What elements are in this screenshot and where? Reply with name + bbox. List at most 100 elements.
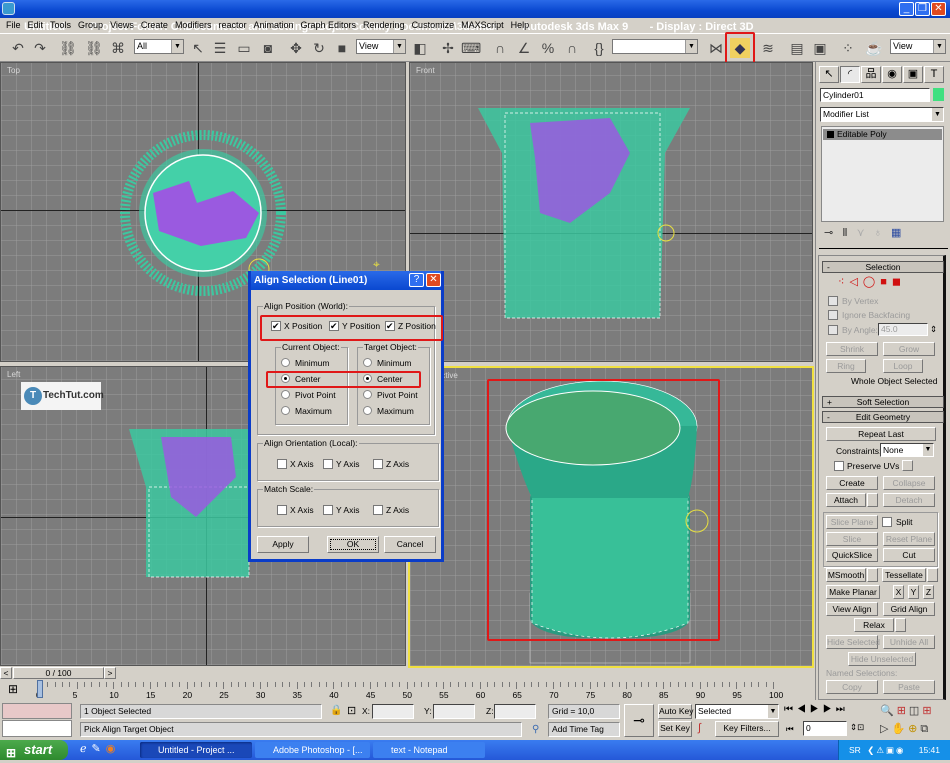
snap-toggle-icon[interactable]: ∩ <box>490 38 510 58</box>
preserve-uvs-settings-button[interactable] <box>902 460 913 471</box>
ignore-backfacing-checkbox[interactable] <box>828 310 838 320</box>
tray-arrow-icon[interactable]: ❮ <box>867 745 876 755</box>
current-pivot-point-radio[interactable] <box>281 390 290 399</box>
redo-icon[interactable]: ↷ <box>30 38 50 58</box>
orientation-z-axis-checkbox[interactable] <box>373 459 383 469</box>
render-type-dropdown[interactable]: View ▼ <box>890 39 946 54</box>
undo-icon[interactable]: ↶ <box>8 38 28 58</box>
expand-icon[interactable] <box>827 131 834 138</box>
by-vertex-checkbox[interactable] <box>828 296 838 306</box>
cancel-button[interactable]: Cancel <box>384 536 436 553</box>
element-icon[interactable]: ◼ <box>892 276 906 288</box>
relax-settings-button[interactable] <box>895 618 906 632</box>
menu-tools[interactable]: Tools <box>48 18 76 33</box>
menu-graph-editors[interactable]: Graph Editors <box>299 18 362 33</box>
polygon-icon[interactable]: ■ <box>880 276 892 288</box>
ok-button[interactable]: OK <box>327 536 379 553</box>
relax-button[interactable]: Relax <box>854 618 894 632</box>
menu-create[interactable]: Create <box>139 18 173 33</box>
current-frame-input[interactable]: 0 <box>803 721 847 736</box>
next-key-icon[interactable]: ▶ <box>823 704 836 715</box>
arc-rotate-icon[interactable]: ⊕ <box>908 723 920 735</box>
time-slider[interactable]: < 0 / 100 > <box>0 667 815 680</box>
remove-modifier-icon[interactable]: ♁ <box>874 227 891 239</box>
configure-modifier-sets-icon[interactable]: ▦ <box>891 227 910 239</box>
default-in-out-tangent-icon[interactable]: ∫ <box>698 722 701 734</box>
mini-curve-editor-icon[interactable]: ⊞ <box>8 682 18 696</box>
go-to-start-icon[interactable]: ⏮ <box>784 704 797 715</box>
unlink-icon[interactable]: ⛓ <box>84 38 104 58</box>
grid-align-button[interactable]: Grid Align <box>883 602 935 616</box>
absolute-mode-icon[interactable]: ⊡ <box>347 704 356 717</box>
quickslice-button[interactable]: QuickSlice <box>826 548 878 562</box>
reset-plane-button[interactable]: Reset Plane <box>883 532 935 546</box>
use-pivot-center-icon[interactable]: ◧ <box>410 38 430 58</box>
menu-edit[interactable]: Edit <box>26 18 49 33</box>
motion-tab-icon[interactable]: ◉ <box>882 66 902 83</box>
ring-button[interactable]: Ring <box>826 359 866 373</box>
viewport-perspective[interactable]: Perspective <box>408 366 814 668</box>
menu-animation[interactable]: Animation <box>251 18 298 33</box>
firefox-icon[interactable]: ◉ <box>106 743 121 755</box>
network-icon[interactable]: ▣ <box>886 745 896 755</box>
create-button[interactable]: Create <box>826 476 878 490</box>
constraints-dropdown[interactable]: None ▼ <box>880 443 934 457</box>
select-object-icon[interactable]: ↖ <box>188 38 208 58</box>
hierarchy-tab-icon[interactable]: 品 <box>861 66 881 83</box>
display-tab-icon[interactable]: ▣ <box>903 66 923 83</box>
split-checkbox[interactable] <box>882 517 892 527</box>
show-end-result-icon[interactable]: Ⅱ <box>842 227 856 239</box>
zoom-icon[interactable]: 🔍 <box>880 705 897 717</box>
maxscript-listener-pink[interactable] <box>2 703 72 719</box>
object-color-swatch[interactable] <box>933 88 944 101</box>
msmooth-button[interactable]: MSmooth <box>826 568 866 582</box>
maximize-viewport-icon[interactable]: ⧉ <box>920 723 931 735</box>
app-icon[interactable] <box>2 2 15 15</box>
spinner-icon[interactable]: ⇕ <box>930 324 937 335</box>
create-tab-icon[interactable]: ↖ <box>819 66 839 83</box>
start-button[interactable]: ⊞ start <box>0 740 68 760</box>
target-pivot-point-radio[interactable] <box>363 390 372 399</box>
warning-icon[interactable]: ⚠ <box>876 745 886 755</box>
x-coordinate-input[interactable] <box>372 704 414 719</box>
language-indicator[interactable]: SR <box>849 745 861 755</box>
scale-y-axis-checkbox[interactable] <box>323 505 333 515</box>
next-frame-button[interactable]: > <box>104 667 116 679</box>
key-mode-dropdown[interactable]: Selected ▼ <box>695 704 779 719</box>
menu-maxscript[interactable]: MAXScript <box>459 18 509 33</box>
select-by-name-icon[interactable]: ☰ <box>210 38 230 58</box>
reference-coordinate-dropdown[interactable]: View ▼ <box>356 39 406 54</box>
msmooth-settings-button[interactable] <box>867 568 878 582</box>
go-to-end-icon[interactable]: ⏭ <box>836 704 849 715</box>
task-3dsmax[interactable]: Untitled - Project ... <box>140 742 252 758</box>
rectangular-selection-icon[interactable]: ▭ <box>234 38 254 58</box>
vertex-icon[interactable]: ⁖ <box>838 276 849 288</box>
quick-launch-icon[interactable]: ✎ <box>92 743 106 755</box>
material-editor-icon[interactable]: ⁘ <box>838 38 858 58</box>
window-crossing-icon[interactable]: ◙ <box>258 38 278 58</box>
close-button[interactable]: ✕ <box>931 2 946 16</box>
restore-button[interactable]: ❐ <box>915 2 930 16</box>
previous-key-icon[interactable]: ◀ <box>797 704 810 715</box>
select-rotate-icon[interactable]: ↻ <box>309 38 329 58</box>
minimize-button[interactable]: _ <box>899 2 914 16</box>
slice-plane-button[interactable]: Slice Plane <box>826 515 878 529</box>
make-planar-button[interactable]: Make Planar <box>826 585 880 599</box>
shrink-button[interactable]: Shrink <box>826 342 878 356</box>
copy-button[interactable]: Copy <box>826 680 878 694</box>
field-of-view-icon[interactable]: ▷ <box>880 723 891 735</box>
tessellate-settings-button[interactable] <box>927 568 938 582</box>
detach-button[interactable]: Detach <box>883 493 935 507</box>
utilities-tab-icon[interactable]: T <box>924 66 944 83</box>
layer-manager-icon[interactable]: ≋ <box>758 38 778 58</box>
attach-list-button[interactable] <box>867 493 878 507</box>
selection-filter-dropdown[interactable]: All ▼ <box>134 39 184 54</box>
dialog-close-button[interactable]: ✕ <box>426 273 441 287</box>
tessellate-button[interactable]: Tessellate <box>882 568 926 582</box>
menu-views[interactable]: Views <box>108 18 139 33</box>
edit-geometry-rollout-header[interactable]: - Edit Geometry <box>822 411 944 423</box>
current-frame-marker[interactable] <box>37 680 43 698</box>
menu-reactor[interactable]: reactor <box>216 18 251 33</box>
repeat-last-button[interactable]: Repeat Last <box>826 427 936 441</box>
task-photoshop[interactable]: Adobe Photoshop - [... <box>255 742 370 758</box>
